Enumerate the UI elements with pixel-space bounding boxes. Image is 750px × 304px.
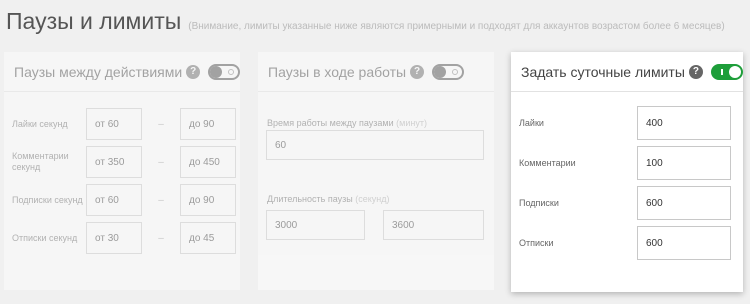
likes-limit-label: Лайки [519,117,544,128]
action-pauses-title: Паузы между действиями [14,63,183,80]
pause-to-input[interactable]: 3600 [383,210,484,240]
page-header: Паузы и лимиты (Внимание, лимиты указанн… [6,8,725,35]
likes-pause-row: Лайки секунд от 60 – до 90 [12,108,236,140]
work-time-label: Время работы между паузами (минут) [267,118,427,128]
unfollows-limit-row: Отписки 600 [519,226,731,260]
comments-pause-label: Комментарии секунд [12,151,69,172]
page-note: (Внимание, лимиты указанные ниже являютс… [188,21,725,32]
comments-limit-input[interactable]: 100 [637,146,731,180]
daily-limits-toggle[interactable] [710,63,743,80]
likes-limit-row: Лайки 400 [519,106,731,140]
work-time-label-text: Время работы между паузами [267,118,394,128]
toggle-knob [210,65,223,78]
work-pauses-card: Паузы в ходе работы ? Время работы между… [258,52,494,290]
toggle-off-indicator [228,68,235,75]
work-pauses-toggle[interactable] [432,63,465,80]
work-pauses-title: Паузы в ходе работы [268,63,407,80]
toggle-knob [728,65,741,78]
page-title: Паузы и лимиты [6,8,182,34]
likes-pause-label: Лайки секунд [12,118,68,129]
pause-duration-unit: (секунд) [355,194,390,204]
action-pauses-card: Паузы между действиями ? Лайки секунд от… [4,52,241,290]
follows-pause-row: Подписки секунд от 60 – до 90 [12,184,236,216]
follows-pause-from-input[interactable]: от 60 [86,184,142,216]
unfollows-pause-label: Отписки секунд [12,232,78,243]
help-icon[interactable]: ? [410,64,425,79]
range-dash: – [158,156,164,168]
toggle-off-indicator [452,68,459,75]
comments-pause-to-input[interactable]: до 450 [180,146,236,178]
likes-pause-from-input[interactable]: от 60 [86,108,142,140]
work-time-unit: (минут) [396,118,427,128]
range-dash: – [158,194,164,206]
daily-limits-title: Задать суточные лимиты [521,63,685,80]
follows-pause-to-input[interactable]: до 90 [180,184,236,216]
unfollows-pause-to-input[interactable]: до 45 [180,222,236,254]
comments-limit-row: Комментарии 100 [519,146,731,180]
daily-limits-card: Задать суточные лимиты ? Лайки 400 Комме… [511,52,743,292]
pause-from-input[interactable]: 3000 [266,210,365,240]
unfollows-pause-from-input[interactable]: от 30 [86,222,142,254]
comments-pause-row: Комментарии секунд от 350 – до 450 [12,146,236,178]
daily-limits-header: Задать суточные лимиты ? [511,52,743,92]
follows-limit-label: Подписки [519,197,559,208]
pause-duration-label-text: Длительность паузы [267,194,353,204]
likes-pause-to-input[interactable]: до 90 [180,108,236,140]
follows-limit-row: Подписки 600 [519,186,731,220]
unfollows-limit-label: Отписки [519,237,554,248]
comments-limit-label: Комментарии [519,157,576,168]
follows-pause-label: Подписки секунд [12,194,83,205]
help-icon[interactable]: ? [688,64,703,79]
unfollows-limit-input[interactable]: 600 [637,226,731,260]
follows-limit-input[interactable]: 600 [637,186,731,220]
pause-duration-label: Длительность паузы (секунд) [267,194,389,204]
work-pauses-header: Паузы в ходе работы ? [258,52,494,92]
help-icon[interactable]: ? [186,64,201,79]
action-pauses-header: Паузы между действиями ? [4,52,241,92]
toggle-knob [434,65,447,78]
comments-pause-from-input[interactable]: от 350 [86,146,142,178]
likes-limit-input[interactable]: 400 [637,106,731,140]
action-pauses-toggle[interactable] [208,63,241,80]
range-dash: – [158,118,164,130]
toggle-on-indicator [720,68,723,75]
work-time-input[interactable]: 60 [266,130,484,160]
unfollows-pause-row: Отписки секунд от 30 – до 45 [12,222,236,254]
range-dash: – [158,232,164,244]
